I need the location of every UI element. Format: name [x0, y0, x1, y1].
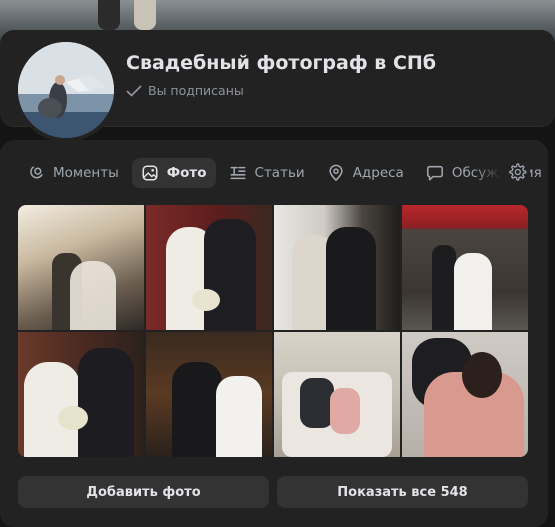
group-avatar[interactable]: [14, 38, 118, 142]
photo-thumbnail[interactable]: [146, 205, 272, 330]
gear-icon: [509, 163, 527, 181]
photo-icon: [142, 165, 158, 181]
tab-label: Моменты: [53, 165, 119, 181]
avatar-photo: [18, 42, 114, 138]
subscription-status[interactable]: Вы подписаны: [126, 83, 244, 98]
subscription-label: Вы подписаны: [148, 83, 244, 98]
moments-icon: [30, 166, 43, 179]
show-all-photos-button[interactable]: Показать все 548: [277, 476, 528, 508]
articles-icon: [230, 166, 246, 180]
tab-photo[interactable]: Фото: [131, 158, 216, 188]
group-header: Свадебный фотограф в СПб Вы подписаны: [0, 30, 555, 142]
cover-figure: [134, 0, 156, 30]
photo-grid: [18, 205, 528, 457]
cover-figure: [98, 0, 120, 30]
photo-thumbnail[interactable]: [274, 332, 400, 457]
discussion-icon: [426, 165, 443, 181]
tab-moments[interactable]: Моменты: [18, 158, 128, 188]
tab-addresses[interactable]: Адреса: [318, 158, 413, 188]
tab-articles[interactable]: Статьи: [220, 158, 314, 188]
tab-label: Адреса: [352, 165, 404, 181]
add-photo-button[interactable]: Добавить фото: [18, 476, 269, 508]
photo-thumbnail[interactable]: [402, 332, 528, 457]
section-tabs: Моменты Фото Статьи Адреса: [18, 156, 548, 190]
photo-thumbnail[interactable]: [402, 205, 528, 330]
check-icon: [126, 85, 142, 96]
tabs-settings-button[interactable]: [504, 159, 530, 185]
photo-thumbnail[interactable]: [146, 332, 272, 457]
tabs-fade: [474, 156, 504, 190]
tab-label: Статьи: [254, 165, 305, 181]
tab-label: Фото: [166, 165, 207, 181]
group-title: Свадебный фотограф в СПб: [126, 52, 437, 74]
photo-thumbnail[interactable]: [18, 332, 144, 457]
photo-thumbnail[interactable]: [18, 205, 144, 330]
location-pin-icon: [329, 164, 343, 181]
photos-section: Моменты Фото Статьи Адреса Добавить фото…: [0, 140, 548, 527]
photo-thumbnail[interactable]: [274, 205, 400, 330]
